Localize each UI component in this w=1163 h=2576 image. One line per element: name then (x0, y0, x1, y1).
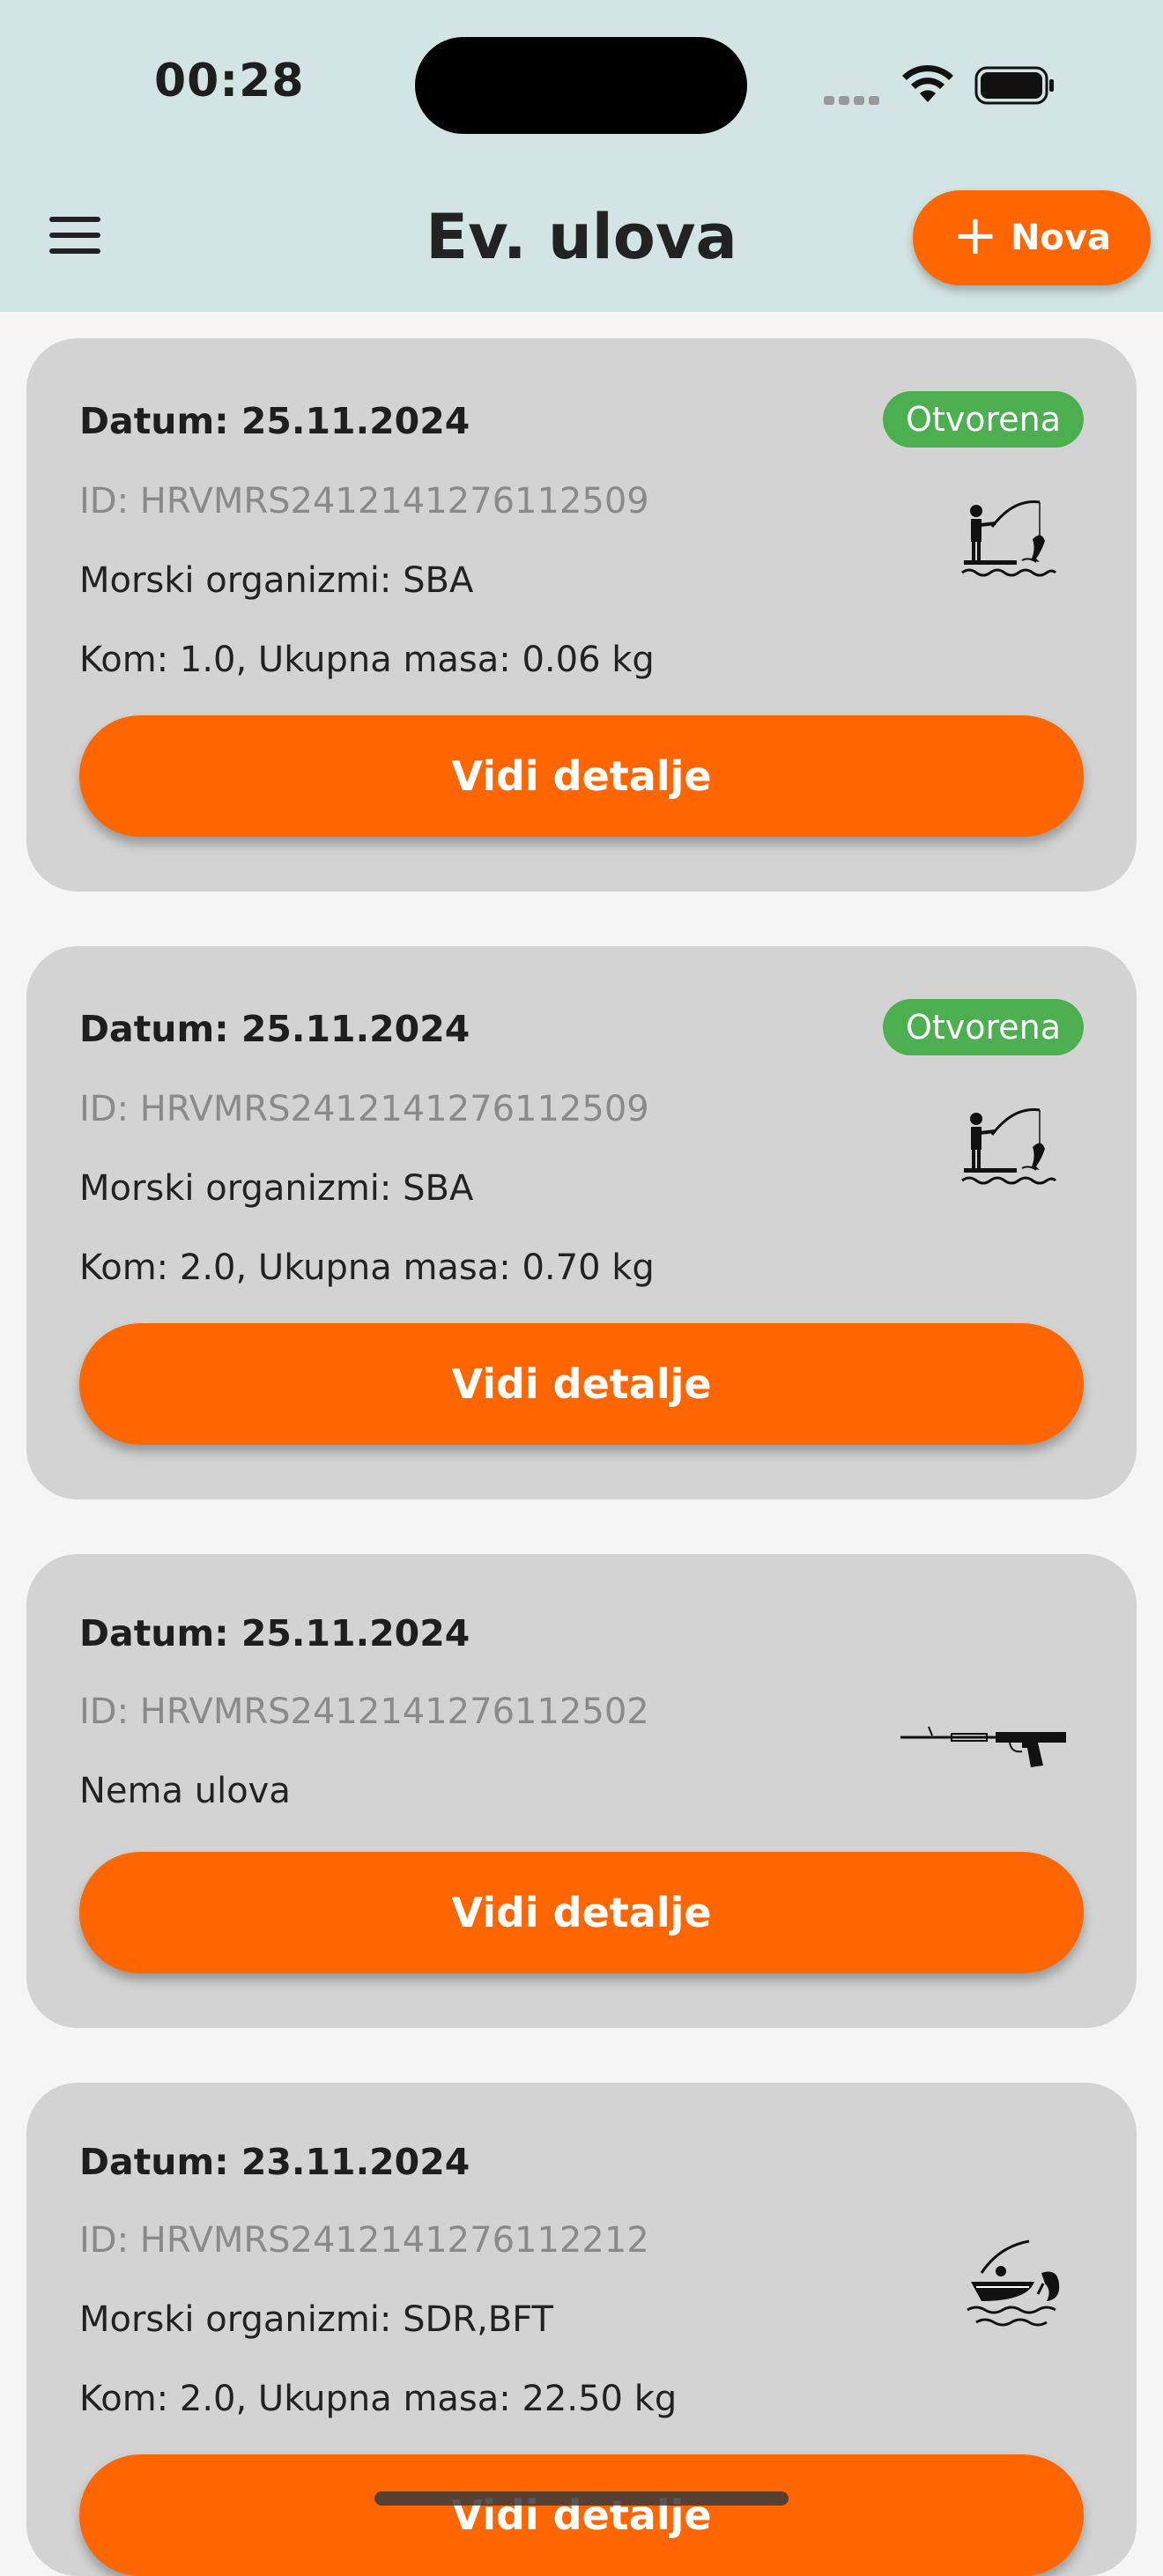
entry-totals: Kom: 1.0, Ukupna masa: 0.06 kg (79, 640, 655, 680)
view-details-button[interactable]: Vidi detalje (79, 1323, 1084, 1445)
boat-fishing-icon (967, 2239, 1060, 2327)
entry-totals: Kom: 2.0, Ukupna masa: 0.70 kg (79, 1247, 655, 1288)
entry-id: ID: HRVMRS2412141276112502 (79, 1691, 649, 1732)
fisherman-icon (961, 1108, 1057, 1185)
battery-icon (974, 66, 1054, 105)
new-entry-button[interactable]: + Nova (913, 190, 1151, 285)
entry-date: Datum: 23.11.2024 (79, 2141, 470, 2183)
fisherman-icon (961, 500, 1057, 577)
entry-id: ID: HRVMRS2412141276112509 (79, 481, 649, 522)
entry-organisms: Morski organizmi: SDR,BFT (79, 2299, 553, 2340)
dynamic-island (415, 37, 747, 134)
catch-entry-card: Datum: 25.11.2024 Otvorena ID: HRVMRS241… (26, 338, 1137, 892)
view-details-button[interactable]: Vidi detalje (79, 715, 1084, 837)
catch-entry-card: Datum: 25.11.2024 Otvorena ID: HRVMRS241… (26, 946, 1137, 1499)
entry-organisms: Morski organizmi: SBA (79, 1168, 474, 1209)
new-entry-label: Nova (1010, 218, 1111, 258)
cellular-signal-icon (824, 92, 884, 108)
speargun-icon (900, 1726, 1066, 1767)
entry-id: ID: HRVMRS2412141276112212 (79, 2220, 649, 2261)
status-time: 00:28 (154, 55, 305, 107)
entry-date: Datum: 25.11.2024 (79, 1612, 470, 1654)
entry-organisms: Nema ulova (79, 1771, 291, 1811)
view-details-button[interactable]: Vidi detalje (79, 2454, 1084, 2576)
entry-date: Datum: 25.11.2024 (79, 1008, 470, 1050)
app-header: 00:28 Ev. ulova + Nova (0, 0, 1163, 312)
entry-id: ID: HRVMRS2412141276112509 (79, 1089, 649, 1129)
status-badge: Otvorena (883, 391, 1084, 448)
view-details-button[interactable]: Vidi detalje (79, 1852, 1084, 1973)
entry-organisms: Morski organizmi: SBA (79, 560, 474, 601)
entry-date: Datum: 25.11.2024 (79, 400, 470, 442)
home-indicator[interactable] (374, 2491, 789, 2506)
plus-icon: + (952, 203, 998, 267)
status-badge: Otvorena (883, 999, 1084, 1055)
entry-totals: Kom: 2.0, Ukupna masa: 22.50 kg (79, 2379, 678, 2419)
wifi-icon (902, 64, 953, 102)
catch-entry-card: Datum: 25.11.2024 ID: HRVMRS241214127611… (26, 1554, 1137, 2028)
